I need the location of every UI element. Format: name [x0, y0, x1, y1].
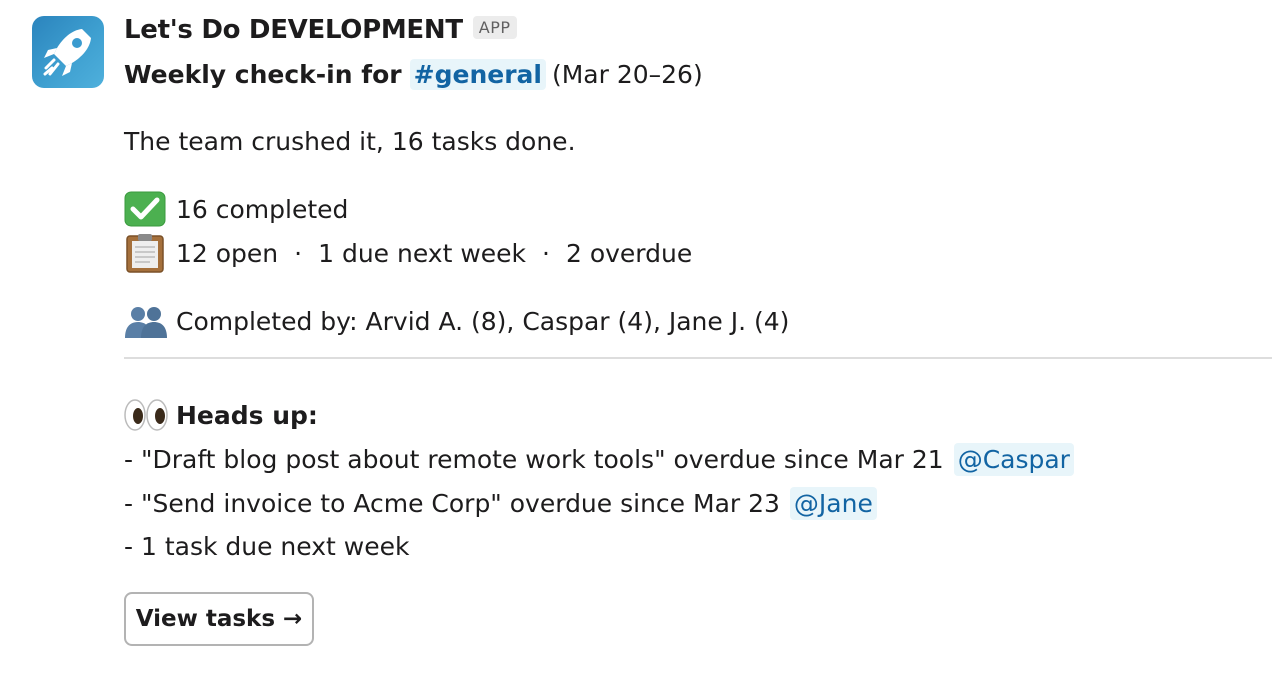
due-next-week: 1 due next week: [318, 238, 527, 268]
stat-open: 12 open · 1 due next week · 2 overdue: [124, 233, 692, 273]
heads-up-item: - "Draft blog post about remote work too…: [124, 439, 1074, 479]
separator-dot: ·: [294, 238, 303, 268]
title-prefix: Weekly check-in for: [124, 59, 402, 89]
completed-by-text: Completed by: Arvid A. (8), Caspar (4), …: [176, 306, 790, 336]
open-count: 12 open: [176, 238, 279, 268]
app-name[interactable]: Let's Do DEVELOPMENT: [124, 15, 463, 45]
clipboard-icon: [124, 234, 168, 273]
heads-up-item: - "Send invoice to Acme Corp" overdue si…: [124, 483, 877, 523]
message-header: Let's Do DEVELOPMENT APP: [124, 10, 517, 50]
heads-up-item-text: - "Send invoice to Acme Corp" overdue si…: [124, 488, 780, 518]
view-tasks-button[interactable]: View tasks →: [124, 592, 314, 646]
date-range: (Mar 20–26): [551, 59, 703, 89]
section-divider: [124, 357, 1272, 359]
overdue-count: 2 overdue: [565, 238, 693, 268]
heads-up-label: Heads up:: [176, 400, 318, 430]
app-avatar[interactable]: [32, 16, 104, 88]
completed-count: 16 completed: [176, 194, 349, 224]
rocket-icon: [43, 29, 91, 76]
user-mention-caspar[interactable]: @Caspar: [953, 442, 1074, 476]
summary-text: The team crushed it, 16 tasks done.: [124, 121, 576, 161]
heads-up-item: - 1 task due next week: [124, 526, 409, 566]
eyes-icon: [124, 397, 168, 433]
people-icon: [124, 303, 168, 339]
summary-label: The team crushed it, 16 tasks done.: [124, 126, 576, 156]
completed-by: Completed by: Arvid A. (8), Caspar (4), …: [124, 301, 789, 341]
user-mention-jane[interactable]: @Jane: [789, 486, 877, 520]
separator-dot: ·: [542, 238, 550, 268]
app-badge: APP: [472, 15, 517, 39]
check-mark-icon: [124, 191, 168, 227]
channel-link[interactable]: #general: [409, 58, 546, 90]
message-title: Weekly check-in for #general (Mar 20–26): [124, 54, 703, 94]
heads-up-header: Heads up:: [124, 395, 318, 435]
heads-up-item-text: - "Draft blog post about remote work too…: [124, 444, 944, 474]
heads-up-item-text: - 1 task due next week: [124, 531, 410, 561]
stat-completed: 16 completed: [124, 189, 348, 229]
